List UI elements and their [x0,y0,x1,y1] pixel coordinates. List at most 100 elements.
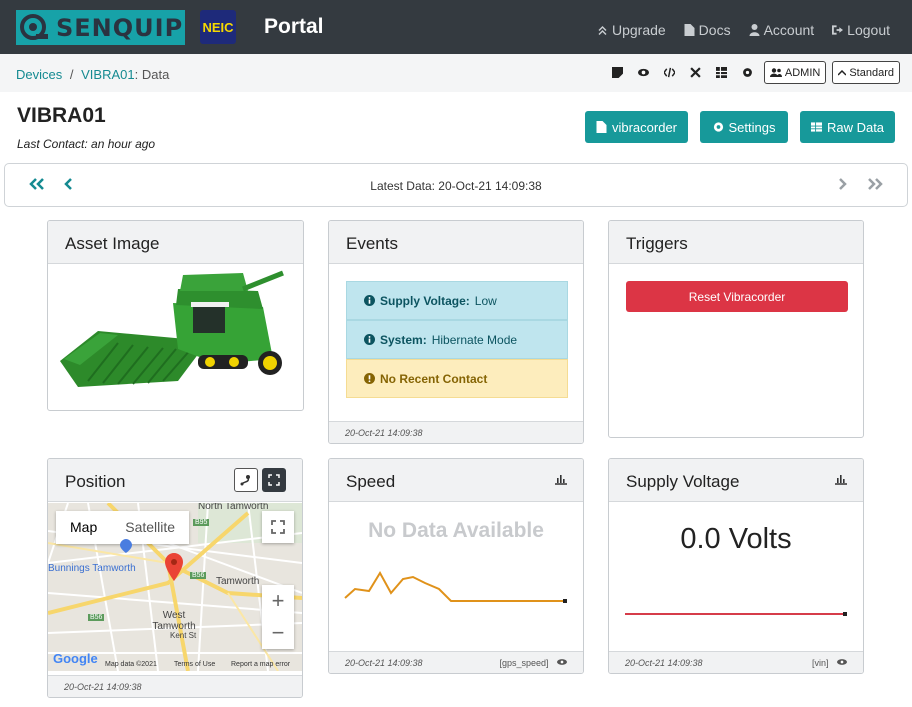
zoom-out-button[interactable]: − [272,617,285,649]
event-supply-voltage[interactable]: Supply Voltage: Low [346,281,568,320]
file-icon [596,121,607,133]
position-title: Position [48,459,302,502]
event-label: System: [380,332,427,347]
senquip-logo[interactable]: SENQUIP [16,10,185,45]
vibracorder-button[interactable]: vibracorder [585,111,688,143]
eye-icon [638,68,650,77]
users-icon [769,68,782,77]
fullscreen-icon [271,520,285,534]
neic-logo: NEIC [200,10,236,44]
supply-voltage-timestamp: 20-Oct-21 14:09:38 [625,658,703,668]
tools-icon [690,67,702,78]
account-link[interactable]: Account [749,22,814,38]
user-icon [749,24,760,36]
chart-icon[interactable] [835,473,847,485]
settings-label: Settings [728,119,776,135]
speed-title-text: Speed [346,472,396,491]
view-button[interactable] [634,62,654,84]
combine-harvester-image [60,270,284,387]
chart-icon[interactable] [555,473,567,485]
asset-image-title: Asset Image [48,221,303,264]
map-expand-button[interactable] [262,468,286,492]
zoom-in-button[interactable]: + [272,585,285,617]
info-icon [364,295,375,306]
position-timestamp: 20-Oct-21 14:09:38 [48,675,302,697]
speed-footer: 20-Oct-21 14:09:38 [gps_speed] [329,651,583,673]
device-title: VIBRA01 [17,104,106,127]
breadcrumb-device[interactable]: VIBRA01 [81,67,134,82]
admin-button[interactable]: ADMIN [763,61,827,84]
breadcrumb-bar: Devices / VIBRA01: Data ADMIN Standard [0,54,912,92]
event-label: No Recent Contact [380,371,488,386]
last-contact: Last Contact: an hour ago [17,137,156,151]
raw-data-label: Raw Data [826,119,885,135]
triggers-title: Triggers [609,221,863,264]
reset-vibracorder-button[interactable]: Reset Vibracorder [626,281,848,312]
last-page-icon[interactable] [867,177,883,191]
logout-icon [832,25,844,35]
speed-source: [gps_speed] [499,658,567,668]
upgrade-link[interactable]: Upgrade [597,22,666,38]
events-card: Events Supply Voltage: Low System: Hiber… [328,220,584,444]
map-type-map[interactable]: Map [56,511,111,544]
map-label-tamworth: Tamworth [216,576,260,587]
raw-data-button[interactable]: Raw Data [800,111,895,143]
chevron-up-icon [838,69,847,76]
top-navbar: SENQUIP NEIC Portal Upgrade Docs Account… [0,0,912,54]
terms-of-use-link[interactable]: Terms of Use [174,661,215,668]
expand-icon [268,474,280,486]
notes-button[interactable] [608,62,628,84]
report-map-error-link[interactable]: Report a map error [231,661,290,668]
note-icon [612,67,624,78]
event-label: Supply Voltage: [380,293,470,308]
standard-button[interactable]: Standard [832,61,900,84]
map-label-kent-st: Kent St [170,631,197,640]
road-shield-b56: B56 [190,572,207,579]
map-pin-icon[interactable] [165,553,183,581]
breadcrumb-separator: / [69,67,74,82]
code-icon [664,67,676,78]
document-icon [684,24,695,36]
gear-icon [743,68,753,77]
settings-button[interactable]: Settings [700,111,788,143]
logo-text: SENQUIP [56,13,184,42]
position-card: Position Map Satellite + − North Tamwort… [47,458,303,698]
supply-voltage-sparkline [625,612,847,616]
upgrade-label: Upgrade [611,22,666,38]
table-button[interactable] [712,62,732,84]
data-pager: Latest Data: 20-Oct-21 14:09:38 [4,163,908,207]
map-label-west-tamworth: West Tamworth [152,610,196,632]
docs-label: Docs [698,22,731,38]
docs-link[interactable]: Docs [684,22,731,38]
speed-timestamp: 20-Oct-21 14:09:38 [345,658,423,668]
breadcrumb-page: : Data [134,67,170,82]
map-view[interactable]: Map Satellite + − North Tamworth Bunning… [48,503,302,671]
config-button[interactable] [738,62,758,84]
gear-icon [713,122,723,132]
eye-icon[interactable] [557,658,567,666]
route-button[interactable] [234,468,258,492]
event-no-recent-contact[interactable]: No Recent Contact [346,359,568,398]
latest-data-label: Latest Data: 20-Oct-21 14:09:38 [370,179,542,193]
road-shield-b56-west: B56 [88,614,105,621]
tools-button[interactable] [686,62,706,84]
logout-link[interactable]: Logout [832,22,890,38]
position-title-text: Position [65,472,126,491]
next-page-icon[interactable] [837,177,847,191]
road-shield-b95: B95 [193,519,210,526]
map-attribution: Map data ©2021 Terms of Use Report a map… [48,659,302,671]
supply-voltage-title: Supply Voltage [609,459,863,502]
supply-voltage-card: Supply Voltage 0.0 Volts 20-Oct-21 14:09… [608,458,864,674]
chevron-up-icon [598,26,607,35]
info-icon [364,334,375,345]
events-timestamp: 20-Oct-21 14:09:38 [329,421,583,443]
speed-source-label: [gps_speed] [499,658,549,668]
supply-voltage-source: [vin] [812,658,847,668]
event-system[interactable]: System: Hibernate Mode [346,320,568,359]
map-fullscreen-button[interactable] [262,511,294,543]
breadcrumb-devices[interactable]: Devices [16,67,62,82]
eye-icon[interactable] [837,658,847,666]
code-button[interactable] [660,62,680,84]
events-title: Events [329,221,583,264]
senquip-logo-icon [20,13,48,40]
